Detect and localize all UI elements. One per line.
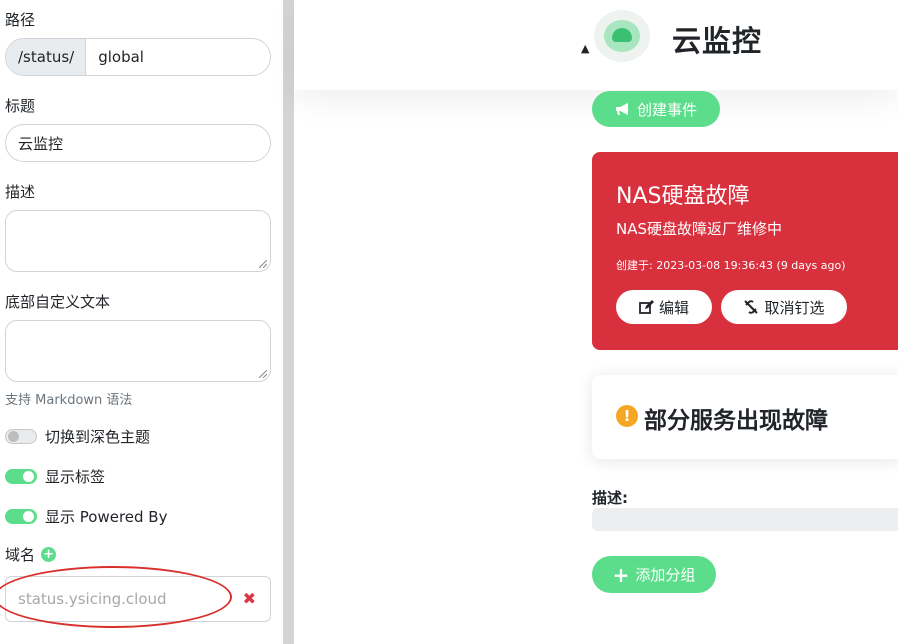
path-input-group: /status/ global: [5, 38, 271, 76]
page-description-label: 描述:: [592, 489, 628, 507]
add-group-label: 添加分组: [635, 566, 696, 584]
sidebar-divider[interactable]: [283, 0, 294, 644]
overall-status-text: 部分服务出现故障: [644, 408, 828, 434]
warning-icon: !: [616, 405, 638, 427]
create-incident-label: 创建事件: [636, 100, 697, 119]
path-label: 路径: [5, 11, 36, 29]
site-title[interactable]: 云监控: [672, 18, 762, 60]
unpin-incident-button[interactable]: 取消钉选: [721, 290, 847, 324]
annotation-ellipse: [0, 566, 232, 628]
incident-title: NAS硬盘故障: [616, 184, 750, 209]
footer-text-textarea[interactable]: [5, 320, 271, 382]
footer-text-label: 底部自定义文本: [5, 293, 111, 311]
add-group-button[interactable]: + 添加分组: [592, 556, 716, 593]
incident-body: NAS硬盘故障返厂维修中: [616, 220, 783, 238]
status-page-preview: ▲ 云监控 创建事件 NAS硬盘故障 NAS硬盘故障返厂维修中 创建于: 202…: [294, 0, 898, 644]
dark-theme-toggle-row[interactable]: 切换到深色主题: [5, 426, 150, 447]
logo-circle: [604, 20, 640, 52]
domain-label: 域名: [5, 546, 36, 564]
edit-label: 编辑: [658, 298, 689, 317]
show-powered-by-toggle-row[interactable]: 显示 Powered By: [5, 506, 167, 527]
description-label: 描述: [5, 183, 36, 201]
overall-status-card: ! 部分服务出现故障: [592, 375, 898, 459]
show-tags-switch[interactable]: [5, 469, 37, 484]
description-textarea[interactable]: [5, 210, 271, 272]
page-description-input[interactable]: [592, 508, 898, 531]
show-tags-label: 显示标签: [45, 468, 106, 486]
unpin-label: 取消钉选: [764, 298, 825, 317]
resize-grip-icon[interactable]: [259, 370, 267, 378]
incident-card: NAS硬盘故障 NAS硬盘故障返厂维修中 创建于: 2023-03-08 19:…: [592, 152, 898, 350]
show-tags-toggle-row[interactable]: 显示标签: [5, 466, 105, 487]
domain-label-row: 域名 +: [5, 544, 57, 565]
megaphone-icon: [615, 103, 628, 115]
dark-theme-label: 切换到深色主题: [45, 428, 151, 446]
edit-icon: [639, 299, 654, 314]
remove-domain-icon[interactable]: ✖: [243, 589, 256, 608]
add-domain-icon[interactable]: +: [41, 547, 57, 562]
resize-grip-icon[interactable]: [259, 260, 267, 268]
show-powered-by-label: 显示 Powered By: [45, 508, 168, 526]
dark-theme-switch[interactable]: [5, 429, 37, 444]
settings-sidebar: 路径 /status/ global 标题 云监控 描述 底部自定义文本 支持 …: [0, 0, 283, 644]
incident-created-time: 创建于: 2023-03-08 19:36:43 (9 days ago): [616, 259, 846, 272]
show-powered-by-switch[interactable]: [5, 509, 37, 524]
title-label: 标题: [5, 97, 36, 115]
markdown-hint: 支持 Markdown 语法: [5, 393, 133, 408]
unlink-icon: [744, 300, 759, 314]
path-input[interactable]: global: [86, 39, 144, 75]
upload-icon[interactable]: ▲: [581, 42, 589, 55]
edit-incident-button[interactable]: 编辑: [616, 290, 712, 324]
create-incident-button[interactable]: 创建事件: [592, 91, 720, 127]
site-logo[interactable]: [594, 10, 650, 62]
plus-icon: +: [612, 562, 630, 587]
logo-icon: [612, 28, 632, 42]
title-input[interactable]: 云监控: [5, 124, 271, 162]
path-prefix: /status/: [6, 39, 87, 75]
